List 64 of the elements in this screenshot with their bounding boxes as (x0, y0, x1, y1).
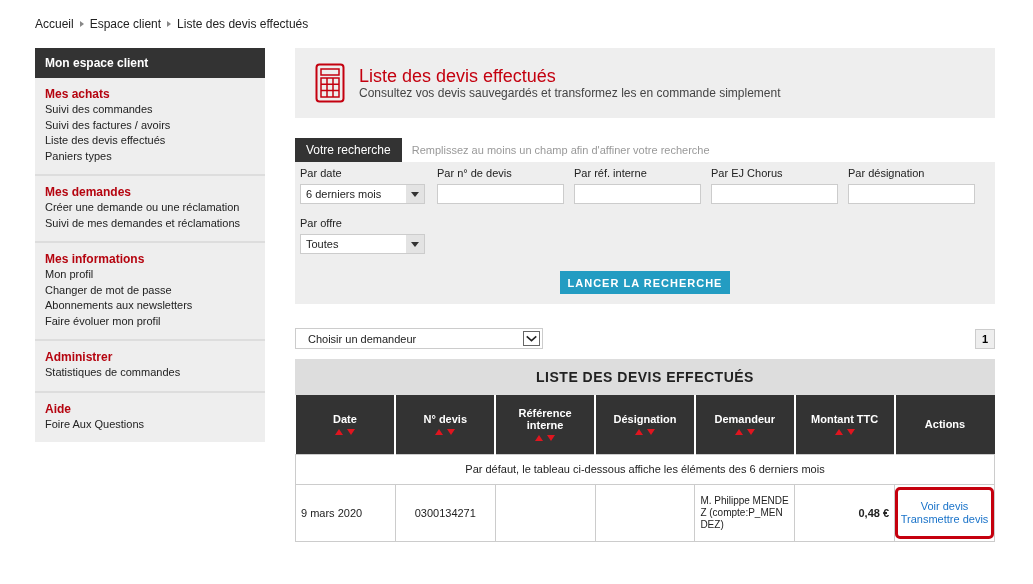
select-field[interactable]: Toutes (300, 234, 425, 254)
select-field[interactable]: 6 derniers mois (300, 184, 425, 204)
input-field[interactable] (574, 184, 701, 204)
caret-icon (406, 235, 424, 253)
sort-icon[interactable] (734, 429, 755, 436)
page-button[interactable]: 1 (975, 328, 995, 349)
sidebar-link[interactable]: Abonnements aux newsletters (45, 298, 255, 314)
sidebar-link[interactable]: Faire évoluer mon profil (45, 313, 255, 329)
search-hint: Remplissez au moins un champ afin d'affiner votre recherche (411, 144, 710, 156)
sort-icon[interactable] (334, 429, 355, 436)
sidebar-link[interactable]: Suivi des commandes (45, 102, 255, 118)
column-header[interactable]: N° devis (405, 413, 486, 426)
column-header[interactable]: Montant TTC (804, 413, 885, 426)
caret-icon (523, 331, 540, 346)
sidebar-link[interactable]: Foire Aux Questions (45, 416, 255, 432)
column-header[interactable]: Date (304, 413, 385, 426)
table-title: LISTE DES DEVIS EFFECTUÉS (295, 359, 995, 395)
input-field[interactable] (848, 184, 975, 204)
section-heading: Mes informations (45, 251, 146, 267)
requester-dropdown[interactable]: Choisir un demandeur (295, 328, 543, 349)
sidebar-link[interactable]: Changer de mot de passe (45, 282, 255, 298)
sidebar-link[interactable]: Liste des devis effectués (45, 133, 255, 149)
input-field[interactable] (437, 184, 564, 204)
sort-icon[interactable] (535, 435, 556, 442)
field-label: Par réf. interne (574, 167, 648, 179)
column-header: Actions (923, 418, 967, 431)
field-label: Par EJ Chorus (711, 167, 784, 179)
sort-icon[interactable] (435, 429, 456, 436)
field-label: Par n° de devis (437, 167, 513, 179)
table-cell: 0,48 € (794, 484, 895, 541)
breadcrumb-link[interactable]: Accueil (35, 17, 74, 31)
table-cell: 9 mars 2020 (295, 484, 396, 541)
column-header[interactable]: Demandeur (704, 413, 785, 426)
section-heading: Aide (45, 400, 72, 417)
section-heading: Mes demandes (45, 184, 133, 200)
chevron-icon (167, 21, 172, 27)
sidebar-link[interactable]: Suivi des factures / avoirs (45, 117, 255, 133)
page-title: Liste des devis effectués (359, 66, 557, 86)
table-cell: 0300134271 (395, 484, 496, 541)
action-link[interactable]: Transmettre devis (900, 512, 989, 526)
breadcrumb-link[interactable]: Espace client (89, 17, 162, 31)
sidebar-link[interactable]: Statistiques de commandes (45, 365, 255, 381)
sort-icon[interactable] (834, 429, 855, 436)
sidebar-title: Mon espace client (35, 48, 265, 78)
field-label: Par date (300, 167, 343, 179)
sidebar-link[interactable]: Mon profil (45, 267, 255, 283)
caret-icon (406, 185, 424, 203)
calculator-icon (315, 63, 345, 103)
section-heading: Mes achats (45, 86, 111, 102)
sort-icon[interactable] (634, 429, 655, 436)
chevron-icon (79, 21, 84, 27)
page-subtitle: Consultez vos devis sauvegardés et transformez les en commande simplement (359, 86, 781, 100)
column-header[interactable]: Référence interne (505, 407, 586, 432)
action-link[interactable]: Voir devis (920, 499, 969, 513)
field-label: Par offre (300, 217, 343, 229)
table-notice: Par défaut, le tableau ci-dessous affiche les éléments des 6 derniers mois (295, 454, 995, 484)
field-label: Par désignation (848, 167, 926, 179)
table-cell: M. Philippe MENDEZ (compte:P_MENDEZ) (694, 484, 795, 541)
section-heading: Administrer (45, 349, 114, 365)
sidebar-link[interactable]: Paniers types (45, 148, 255, 164)
sidebar-link[interactable]: Créer une demande ou une réclamation (45, 200, 255, 216)
sidebar-link[interactable]: Suivi de mes demandes et réclamations (45, 215, 255, 231)
input-field[interactable] (711, 184, 838, 204)
column-header[interactable]: Désignation (604, 413, 685, 426)
